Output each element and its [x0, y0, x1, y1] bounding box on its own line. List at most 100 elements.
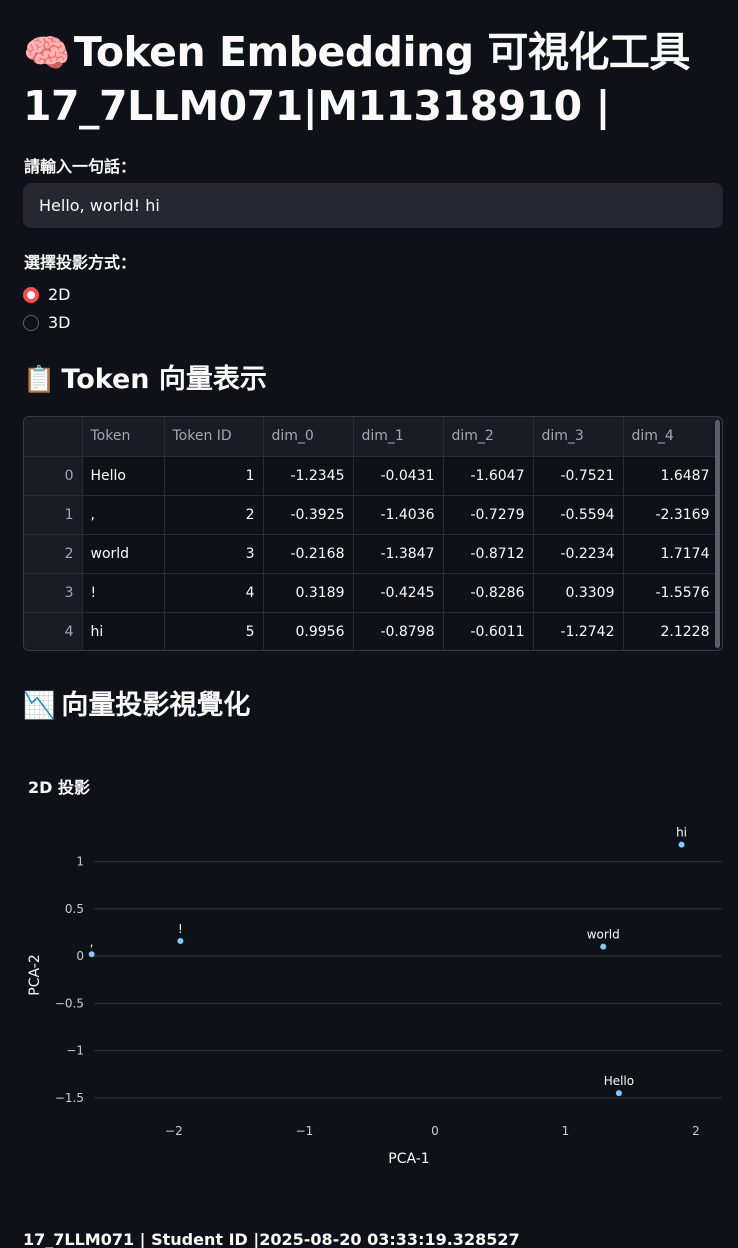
data-point[interactable] [177, 937, 184, 944]
radio-2d[interactable]: 2D [23, 285, 71, 304]
viz-section-heading: 📉 向量投影視覺化 [23, 688, 250, 724]
scatter-chart[interactable]: 1 0.5 0 −0.5 −1 −1.5 −2 −1 0 1 2 Hello, world! hi P… [0, 820, 738, 1180]
footer-text: 17_7LLM071 | Student ID |2025-08-20 03:3… [23, 1230, 520, 1248]
row-index: 4 [24, 612, 83, 650]
table-row: 3 ! 4 0.3189 -0.4245 -0.8286 0.3309 -1.5… [24, 573, 719, 613]
title-line-2: 17_7LLM071|M11318910 | [23, 82, 610, 130]
app-page: 🧠Token Embedding 可視化工具 17_7LLM071|M11318… [0, 0, 738, 1248]
token-cell[interactable]: ! [82, 573, 165, 613]
dim-cell[interactable]: -1.4036 [353, 495, 444, 535]
token-id-cell[interactable]: 3 [164, 534, 264, 574]
token-id-cell[interactable]: 4 [164, 573, 264, 613]
x-tick-label: −2 [165, 1124, 183, 1138]
dim-cell[interactable]: -0.2168 [263, 534, 354, 574]
dim-cell[interactable]: -0.7521 [533, 456, 624, 496]
dim-cell[interactable]: -0.8286 [443, 573, 534, 613]
dim-cell[interactable]: -1.5576 [623, 573, 719, 613]
chart-gridlines [94, 861, 722, 1099]
data-point[interactable] [615, 1090, 622, 1097]
row-index: 3 [24, 573, 83, 613]
column-header-token-id[interactable]: Token ID [164, 417, 264, 457]
radio-selected-icon[interactable] [23, 286, 39, 303]
token-cell[interactable]: , [82, 495, 165, 535]
column-header-dim-1[interactable]: dim_1 [353, 417, 444, 457]
radio-3d-label: 3D [48, 313, 71, 332]
row-index: 2 [24, 534, 83, 574]
column-header-dim-4[interactable]: dim_4 [623, 417, 719, 457]
data-point[interactable] [88, 951, 95, 958]
y-tick-label: 0 [76, 949, 84, 963]
table-row: 4 hi 5 0.9956 -0.8798 -0.6011 -1.2742 2.… [24, 612, 719, 650]
row-index: 0 [24, 456, 83, 496]
row-index: 1 [24, 495, 83, 535]
dim-cell[interactable]: 0.3189 [263, 573, 354, 613]
dim-cell[interactable]: -0.8712 [443, 534, 534, 574]
x-tick-label: −1 [296, 1124, 314, 1138]
dim-cell[interactable]: -1.3847 [353, 534, 444, 574]
point-label: Hello [604, 1074, 634, 1088]
table-section-heading: 📋 Token 向量表示 [23, 362, 267, 398]
projection-label: 選擇投影方式： [24, 253, 137, 272]
clipboard-icon: 📋 [23, 365, 56, 395]
column-header-index[interactable] [24, 417, 83, 457]
brain-icon: 🧠 [23, 31, 70, 75]
y-tick-label: 0.5 [65, 902, 84, 916]
data-point[interactable] [600, 943, 607, 950]
page-title: 🧠Token Embedding 可視化工具 17_7LLM071|M11318… [23, 26, 723, 133]
dim-cell[interactable]: -1.6047 [443, 456, 534, 496]
y-tick-label: −1 [66, 1044, 84, 1058]
table-section-title: Token 向量表示 [61, 364, 267, 395]
dim-cell[interactable]: 1.6487 [623, 456, 719, 496]
dim-cell[interactable]: 0.3309 [533, 573, 624, 613]
chart-title: 2D 投影 [28, 778, 90, 797]
token-cell[interactable]: Hello [82, 456, 165, 496]
x-tick-label: 1 [562, 1124, 570, 1138]
x-tick-labels: −2 −1 0 1 2 [165, 1124, 700, 1138]
radio-3d[interactable]: 3D [23, 313, 71, 332]
y-axis-label: PCA-2 [27, 954, 43, 995]
dim-cell[interactable]: -1.2345 [263, 456, 354, 496]
token-cell[interactable]: hi [82, 612, 165, 650]
token-id-cell[interactable]: 5 [164, 612, 264, 650]
sentence-input-label: 請輸入一句話： [24, 157, 137, 176]
chart-points: Hello, world! hi [88, 826, 687, 1097]
token-dataframe[interactable]: Token Token ID dim_0 dim_1 dim_2 dim_3 d… [23, 416, 723, 651]
point-label: hi [676, 826, 687, 840]
data-point[interactable] [678, 841, 685, 848]
column-header-token[interactable]: Token [82, 417, 165, 457]
x-tick-label: 0 [431, 1124, 439, 1138]
dim-cell[interactable]: -0.2234 [533, 534, 624, 574]
dim-cell[interactable]: -0.7279 [443, 495, 534, 535]
table-row: 0 Hello 1 -1.2345 -0.0431 -1.6047 -0.752… [24, 456, 719, 496]
table-row: 1 , 2 -0.3925 -1.4036 -0.7279 -0.5594 -2… [24, 495, 719, 535]
chart-decreasing-icon: 📉 [23, 691, 56, 721]
column-header-dim-2[interactable]: dim_2 [443, 417, 534, 457]
token-table: Token Token ID dim_0 dim_1 dim_2 dim_3 d… [24, 417, 719, 650]
dim-cell[interactable]: -0.0431 [353, 456, 444, 496]
sentence-input[interactable] [23, 183, 723, 228]
dim-cell[interactable]: -0.3925 [263, 495, 354, 535]
dim-cell[interactable]: -0.6011 [443, 612, 534, 650]
token-id-cell[interactable]: 2 [164, 495, 264, 535]
column-header-dim-0[interactable]: dim_0 [263, 417, 354, 457]
x-axis-label: PCA-1 [388, 1151, 429, 1167]
dim-cell[interactable]: -1.2742 [533, 612, 624, 650]
table-header-row: Token Token ID dim_0 dim_1 dim_2 dim_3 d… [24, 417, 719, 457]
dim-cell[interactable]: -0.4245 [353, 573, 444, 613]
dim-cell[interactable]: 1.7174 [623, 534, 719, 574]
point-label: world [587, 928, 620, 942]
dim-cell[interactable]: -0.5594 [533, 495, 624, 535]
dim-cell[interactable]: -2.3169 [623, 495, 719, 535]
token-cell[interactable]: world [82, 534, 165, 574]
y-tick-label: −1.5 [55, 1091, 84, 1105]
dim-cell[interactable]: -0.8798 [353, 612, 444, 650]
table-scrollbar[interactable] [715, 420, 720, 648]
column-header-dim-3[interactable]: dim_3 [533, 417, 624, 457]
table-row: 2 world 3 -0.2168 -1.3847 -0.8712 -0.223… [24, 534, 719, 574]
viz-section-title: 向量投影視覺化 [61, 690, 251, 721]
dim-cell[interactable]: 2.1228 [623, 612, 719, 650]
token-id-cell[interactable]: 1 [164, 456, 264, 496]
dim-cell[interactable]: 0.9956 [263, 612, 354, 650]
y-tick-label: 1 [76, 855, 84, 869]
radio-unselected-icon[interactable] [23, 314, 39, 331]
